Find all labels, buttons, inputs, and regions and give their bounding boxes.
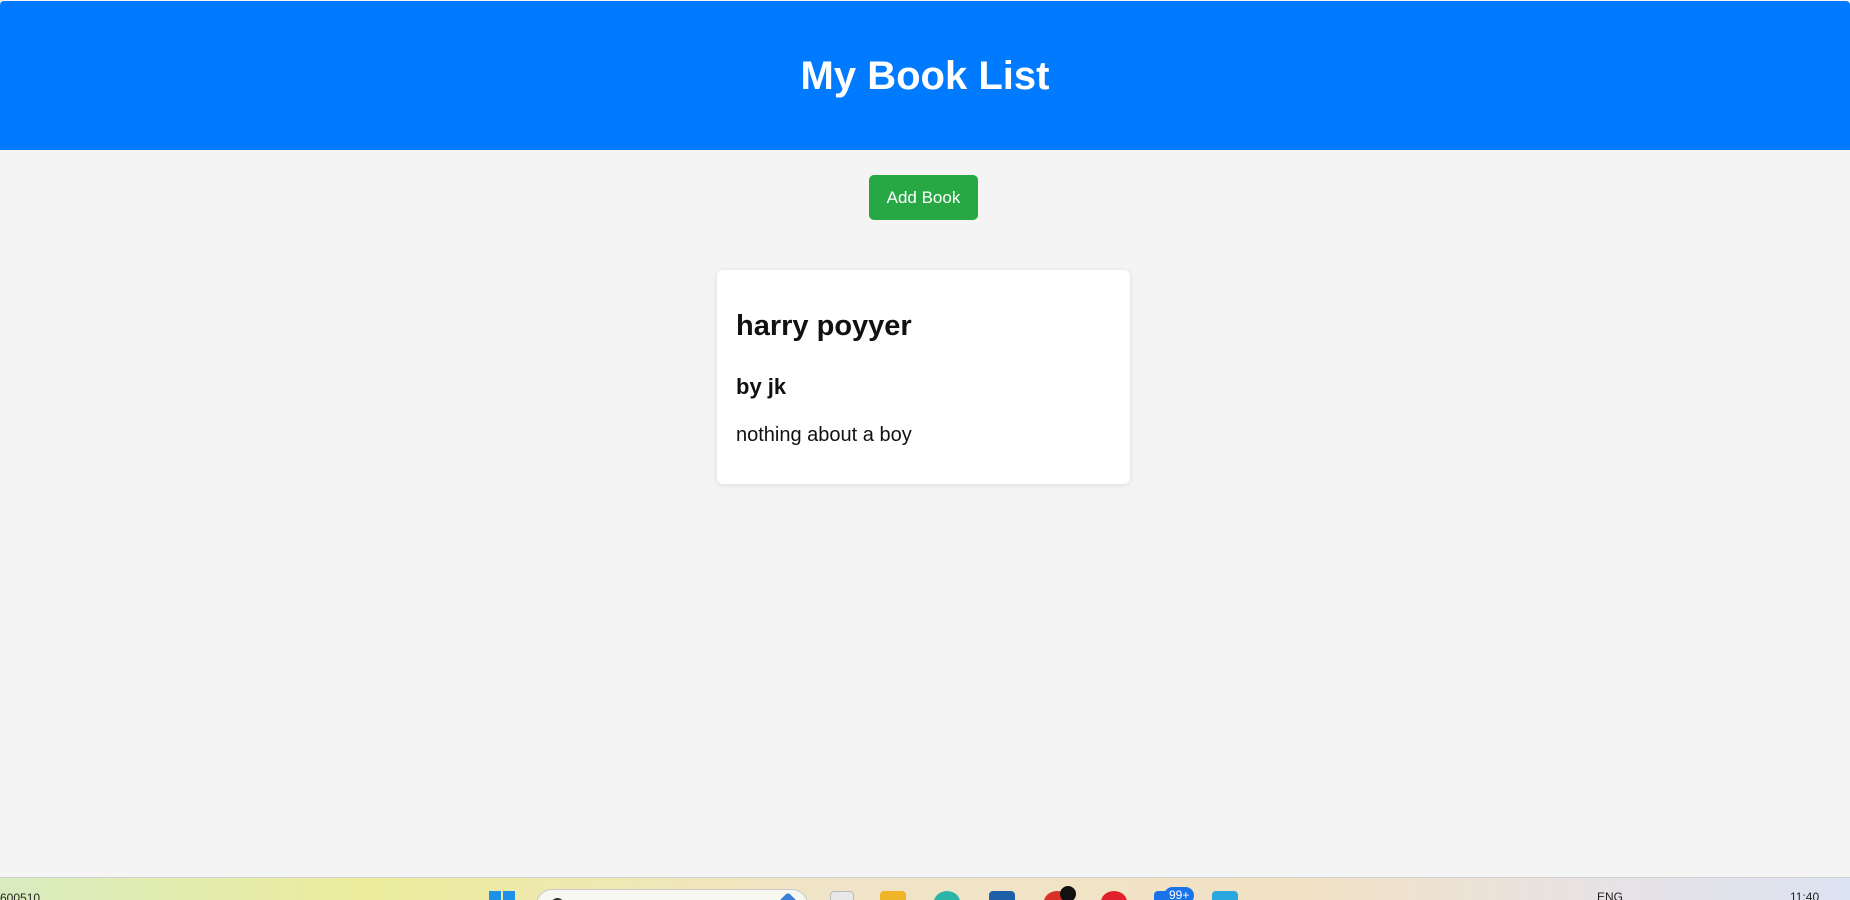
taskbar: 600510 99+ ENG 11:40 xyxy=(0,877,1850,900)
app-header: My Book List xyxy=(0,1,1850,150)
file-explorer-icon[interactable] xyxy=(880,891,906,900)
book-card: harry poyyer by jk nothing about a boy xyxy=(717,270,1130,484)
opera-icon[interactable] xyxy=(1101,891,1127,900)
clock-time[interactable]: 11:40 xyxy=(1790,890,1819,900)
taskbar-search-input[interactable] xyxy=(536,889,808,900)
camera-icon[interactable] xyxy=(1060,886,1076,900)
book-title: harry poyyer xyxy=(736,310,912,342)
task-view-icon[interactable] xyxy=(830,891,854,900)
book-author: by jk xyxy=(736,374,787,399)
notification-badge: 99+ xyxy=(1164,887,1195,900)
edge-browser-icon[interactable] xyxy=(934,891,960,900)
language-indicator[interactable]: ENG xyxy=(1597,890,1623,900)
page-title: My Book List xyxy=(800,53,1050,98)
taskbar-left-text: 600510 xyxy=(0,891,41,900)
windows-start-icon[interactable] xyxy=(489,891,515,900)
store-icon[interactable] xyxy=(989,891,1015,900)
add-book-button[interactable]: Add Book xyxy=(869,175,978,220)
page: My Book List Add Book harry poyyer by jk… xyxy=(0,0,1850,900)
calendar-icon[interactable] xyxy=(1212,891,1238,900)
copilot-icon xyxy=(778,892,798,900)
book-description: nothing about a boy xyxy=(736,424,912,446)
